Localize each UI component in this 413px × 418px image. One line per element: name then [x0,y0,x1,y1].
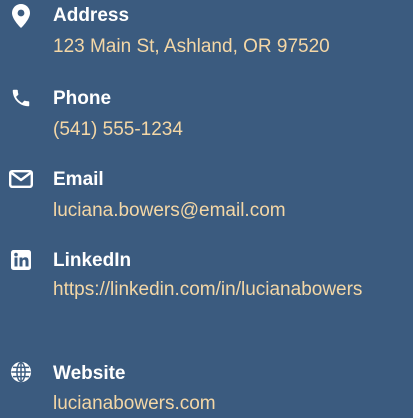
contact-value-website[interactable]: lucianabowers.com [53,390,405,418]
phone-icon [8,85,34,111]
contact-label: Email [53,169,104,190]
contact-value-email[interactable]: luciana.bowers@email.com [53,197,405,225]
contact-label: Website [53,363,126,384]
linkedin-icon [8,247,34,273]
contact-value-phone[interactable]: (541) 555-1234 [53,116,405,144]
contact-label: Address [53,5,130,26]
globe-icon [8,359,34,385]
contact-value-linkedin[interactable]: https://linkedin.com/in/lucianabowers [53,276,405,304]
map-marker-icon [8,3,34,29]
contact-label: Phone [53,88,112,109]
contact-label: LinkedIn [53,250,132,271]
envelope-icon [8,166,34,192]
contact-value-address: 123 Main St, Ashland, OR 97520 [53,36,330,57]
